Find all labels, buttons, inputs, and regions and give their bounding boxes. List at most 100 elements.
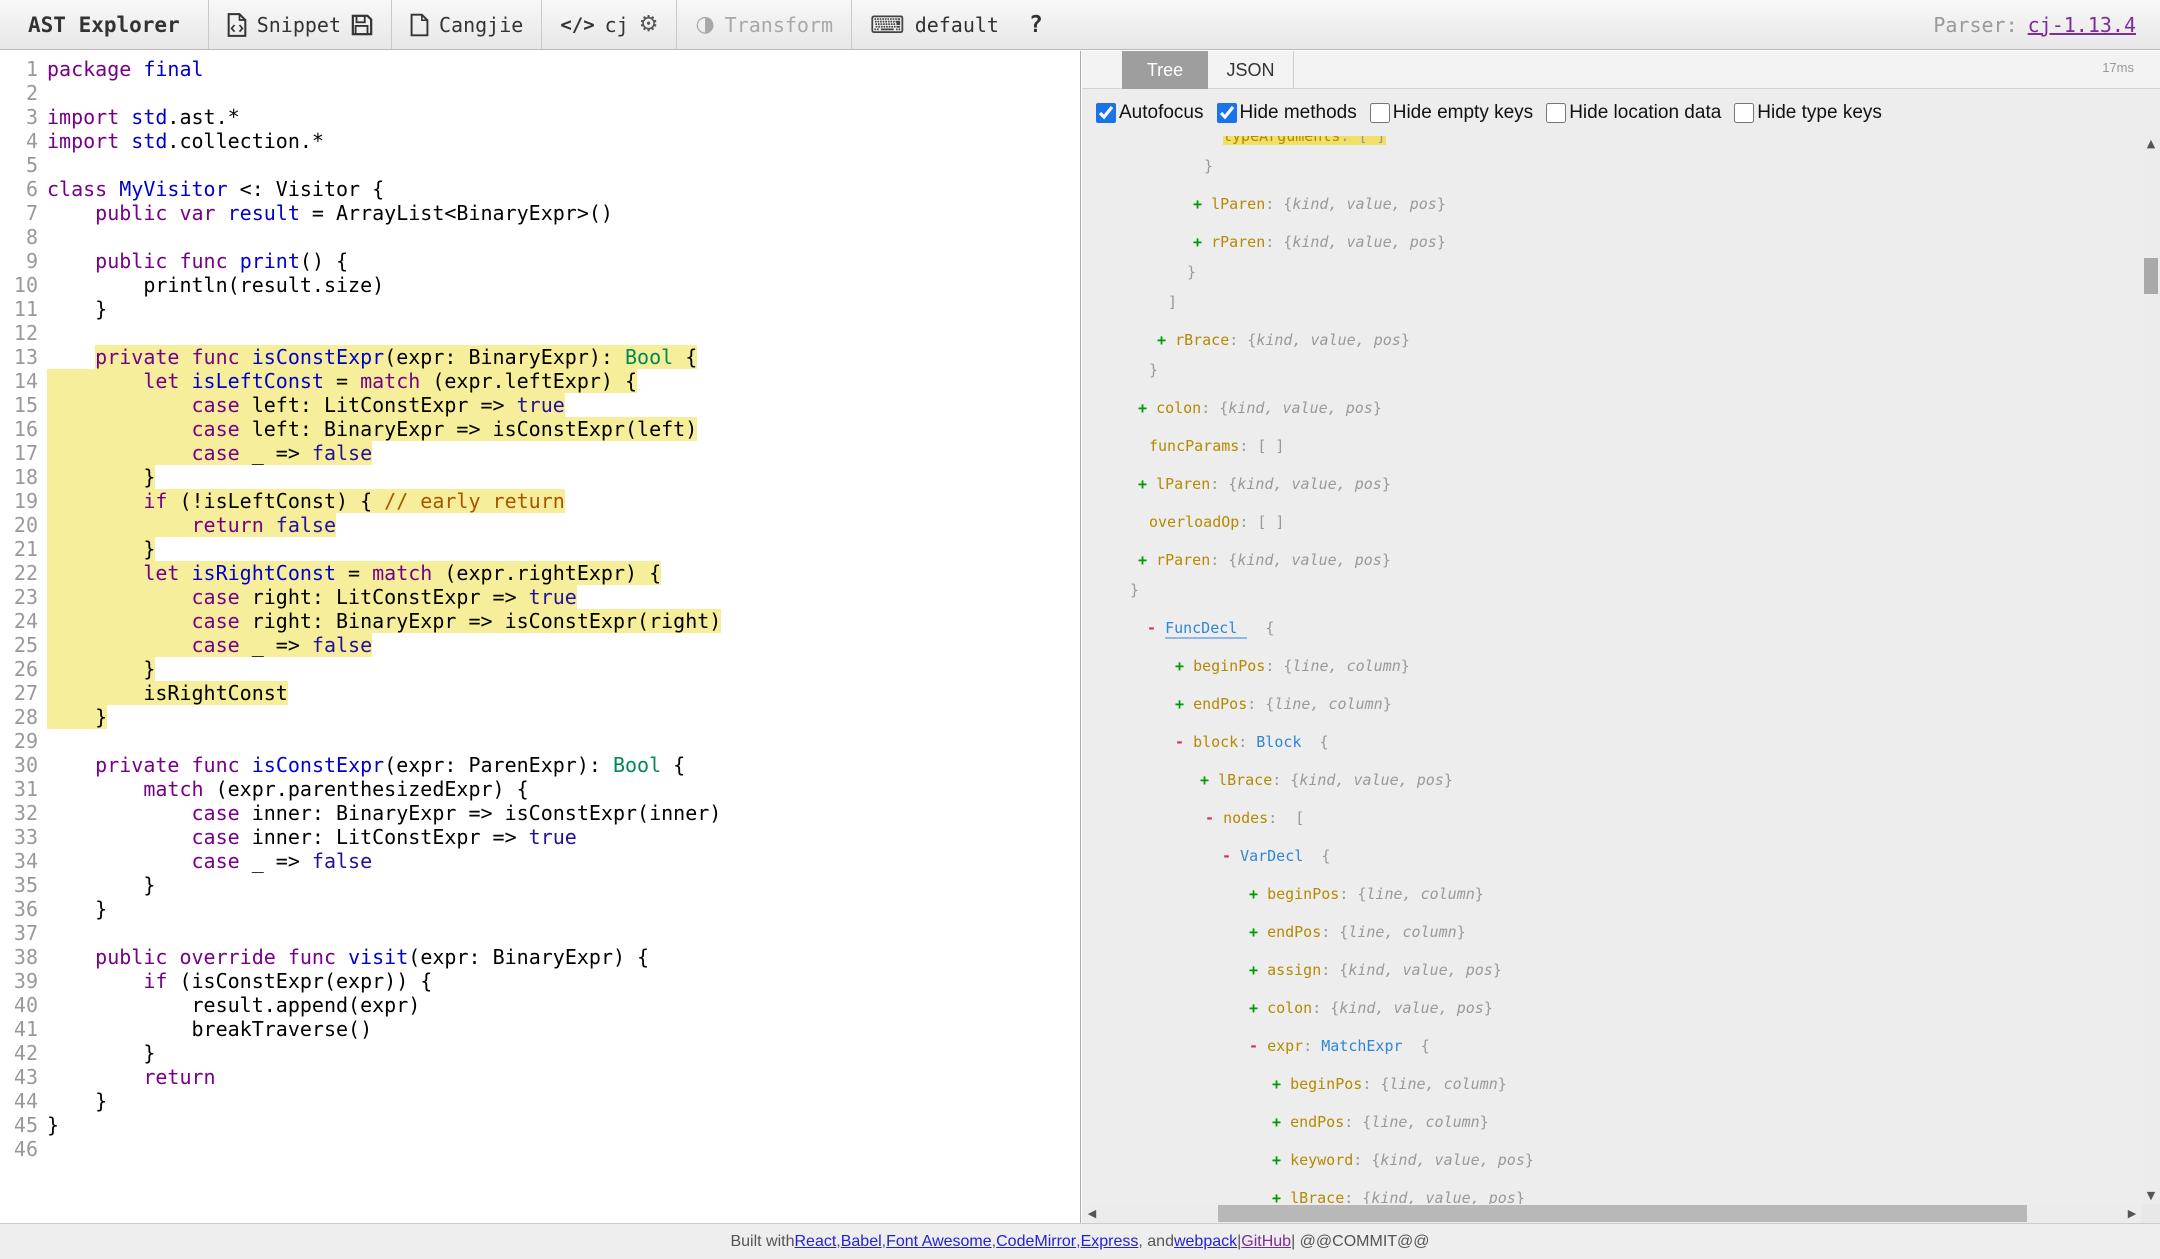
expand-icon[interactable]: + — [1175, 657, 1184, 675]
expand-icon[interactable]: + — [1193, 195, 1202, 213]
tree-row[interactable]: - FuncDecl { — [1147, 616, 2142, 640]
footer-link-github[interactable]: GitHub — [1241, 1233, 1291, 1251]
tree-node-type[interactable]: FuncDecl — [1165, 619, 1247, 639]
collapse-icon[interactable]: - — [1222, 847, 1231, 865]
tree-row[interactable]: } — [1149, 358, 2142, 382]
tree-row[interactable]: - VarDecl { — [1222, 844, 2142, 868]
keybinding-group[interactable]: ⌨ default ? — [852, 0, 1061, 49]
snippet-button[interactable]: Snippet — [257, 13, 341, 37]
tree-node-type[interactable]: VarDecl — [1240, 847, 1303, 865]
expand-icon[interactable]: + — [1249, 961, 1258, 979]
keybinding-button[interactable]: default — [915, 13, 999, 37]
tree-row[interactable]: + rParen: {kind, value, pos} — [1193, 230, 2142, 254]
tree-row[interactable]: } — [1187, 260, 2142, 284]
code-token: isRightConst — [192, 561, 337, 585]
tab-json[interactable]: JSON — [1208, 51, 1294, 89]
checkbox-hide-type-keys[interactable]: Hide type keys — [1734, 102, 1882, 124]
expand-icon[interactable]: + — [1249, 885, 1258, 903]
tree-row[interactable]: + lBrace: {kind, value, pos} — [1272, 1186, 2142, 1204]
expand-icon[interactable]: + — [1272, 1113, 1281, 1131]
tree-row[interactable]: + keyword: {kind, value, pos} — [1272, 1148, 2142, 1172]
tree-row[interactable]: + lBrace: {kind, value, pos} — [1200, 768, 2142, 792]
tree-row[interactable]: + beginPos: {line, column} — [1272, 1072, 2142, 1096]
tree-row[interactable]: + rParen: {kind, value, pos} — [1138, 548, 2142, 572]
parser-group[interactable]: </> cj ⚙ — [542, 0, 676, 49]
expand-icon[interactable]: + — [1138, 475, 1147, 493]
gear-icon[interactable]: ⚙ — [639, 12, 659, 37]
tree-row[interactable]: funcParams: [ ] — [1149, 434, 2142, 458]
collapse-icon[interactable]: - — [1147, 619, 1156, 637]
tree-row[interactable]: - nodes: [ — [1205, 806, 2142, 830]
vertical-scrollbar[interactable]: ▲ ▼ — [2142, 136, 2160, 1204]
parser-version-link[interactable]: cj‑1.13.4 — [2028, 13, 2136, 37]
transform-group[interactable]: ◑ Transform — [677, 0, 851, 49]
expand-icon[interactable]: + — [1272, 1151, 1281, 1169]
tree-row[interactable]: + colon: {kind, value, pos} — [1249, 996, 2142, 1020]
tree-row[interactable]: } — [1204, 154, 2142, 178]
collapse-icon[interactable]: - — [1175, 733, 1184, 751]
save-icon[interactable] — [351, 14, 373, 36]
collapse-icon[interactable]: - — [1249, 1037, 1258, 1055]
scroll-down-icon[interactable]: ▼ — [2142, 1188, 2160, 1204]
tree-node-type[interactable]: Block — [1256, 733, 1301, 751]
footer-link-webpack[interactable]: webpack — [1174, 1233, 1237, 1251]
expand-icon[interactable]: + — [1175, 695, 1184, 713]
tree-row[interactable]: + lParen: {kind, value, pos} — [1138, 472, 2142, 496]
tree-row[interactable]: + lParen: {kind, value, pos} — [1193, 192, 2142, 216]
help-button[interactable]: ? — [1029, 12, 1043, 38]
footer-link-codemirror[interactable]: CodeMirror — [996, 1233, 1076, 1251]
tree-row[interactable]: } — [1130, 578, 2142, 602]
language-group[interactable]: Cangjie — [392, 0, 541, 49]
vertical-scroll-thumb[interactable] — [2144, 258, 2158, 294]
footer-link-react[interactable]: React — [794, 1233, 836, 1251]
footer-link-babel[interactable]: Babel — [841, 1233, 882, 1251]
tree-row[interactable]: + colon: {kind, value, pos} — [1138, 396, 2142, 420]
expand-icon[interactable]: + — [1249, 923, 1258, 941]
code-editor[interactable]: 1package final23import std.ast.*4import … — [0, 51, 1081, 1223]
tree-row[interactable]: - block: Block { — [1175, 730, 2142, 754]
expand-icon[interactable]: + — [1138, 551, 1147, 569]
tree-node-type[interactable]: MatchExpr — [1321, 1037, 1402, 1055]
expand-icon[interactable]: + — [1272, 1189, 1281, 1204]
tree-row[interactable]: ] — [1168, 290, 2142, 314]
collapse-icon[interactable]: - — [1205, 809, 1214, 827]
expand-icon[interactable]: + — [1272, 1075, 1281, 1093]
tree-row[interactable]: + beginPos: {line, column} — [1175, 654, 2142, 678]
footer-link-express[interactable]: Express — [1081, 1233, 1139, 1251]
scroll-left-icon[interactable]: ◀ — [1084, 1204, 1100, 1223]
checkbox-input[interactable] — [1734, 103, 1754, 123]
checkbox-hide-empty-keys[interactable]: Hide empty keys — [1370, 102, 1533, 124]
tree-row[interactable]: + rBrace: {kind, value, pos} — [1157, 328, 2142, 352]
tree-row[interactable]: + endPos: {line, column} — [1249, 920, 2142, 944]
tree-row[interactable]: typeArguments: [ ] — [1223, 136, 2142, 148]
tree-row[interactable]: + assign: {kind, value, pos} — [1249, 958, 2142, 982]
checkbox-input[interactable] — [1217, 103, 1237, 123]
tree-row[interactable]: - expr: MatchExpr { — [1249, 1034, 2142, 1058]
checkbox-input[interactable] — [1546, 103, 1566, 123]
transform-button[interactable]: Transform — [725, 13, 833, 37]
tree-row[interactable]: + endPos: {line, column} — [1175, 692, 2142, 716]
expand-icon[interactable]: + — [1193, 233, 1202, 251]
checkbox-hide-location-data[interactable]: Hide location data — [1546, 102, 1721, 124]
language-button[interactable]: Cangjie — [439, 13, 523, 37]
code-token: _ => — [240, 849, 312, 873]
scroll-up-icon[interactable]: ▲ — [2142, 136, 2160, 152]
expand-icon[interactable]: + — [1200, 771, 1209, 789]
footer-link-font-awesome[interactable]: Font Awesome — [886, 1233, 992, 1251]
checkbox-input[interactable] — [1370, 103, 1390, 123]
tree-row[interactable]: + beginPos: {line, column} — [1249, 882, 2142, 906]
scroll-right-icon[interactable]: ▶ — [2124, 1204, 2140, 1223]
checkbox-autofocus[interactable]: Autofocus — [1096, 102, 1204, 124]
checkbox-input[interactable] — [1096, 103, 1116, 123]
parser-short-button[interactable]: cj — [605, 13, 629, 37]
horizontal-scrollbar[interactable]: ◀ ▶ — [1082, 1204, 2142, 1223]
expand-icon[interactable]: + — [1249, 999, 1258, 1017]
tree-meta: kind, value, pos — [1228, 399, 1373, 417]
tree-row[interactable]: overloadOp: [ ] — [1149, 510, 2142, 534]
horizontal-scroll-thumb[interactable] — [1218, 1205, 2027, 1222]
expand-icon[interactable]: + — [1138, 399, 1147, 417]
expand-icon[interactable]: + — [1157, 331, 1166, 349]
checkbox-hide-methods[interactable]: Hide methods — [1217, 102, 1357, 124]
tree-row[interactable]: + endPos: {line, column} — [1272, 1110, 2142, 1134]
tab-tree[interactable]: Tree — [1122, 51, 1208, 89]
